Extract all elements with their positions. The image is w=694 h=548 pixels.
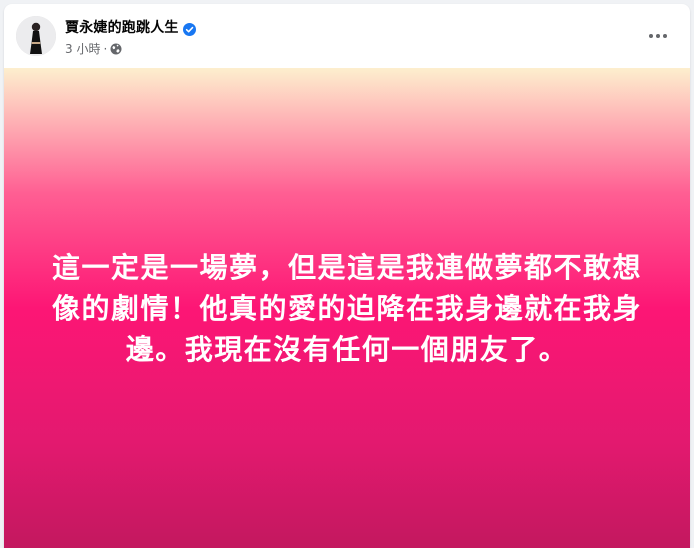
post-header: 賈永婕的跑跳人生 3 小時 · [4, 4, 690, 68]
globe-icon[interactable] [110, 43, 122, 55]
more-options-icon [649, 34, 667, 38]
post-card: 賈永婕的跑跳人生 3 小時 · 這一定是一場夢，但是這是我連做夢都不敢想像的劇情… [4, 4, 690, 548]
avatar[interactable] [16, 16, 56, 56]
meta-separator: · [103, 41, 108, 56]
verified-badge-icon [182, 21, 196, 36]
status-text: 這一定是一場夢，但是這是我連做夢都不敢想像的劇情！他真的愛的迫降在我身邊就在我身… [51, 250, 642, 366]
post-meta: 3 小時 · [65, 40, 122, 57]
status-background: 這一定是一場夢，但是這是我連做夢都不敢想像的劇情！他真的愛的迫降在我身邊就在我身… [4, 68, 690, 548]
avatar-photo [16, 16, 56, 56]
author-line: 賈永婕的跑跳人生 [65, 17, 196, 37]
more-options-button[interactable] [640, 22, 676, 50]
author-name[interactable]: 賈永婕的跑跳人生 [65, 17, 179, 37]
post-timestamp[interactable]: 3 小時 [65, 40, 100, 57]
